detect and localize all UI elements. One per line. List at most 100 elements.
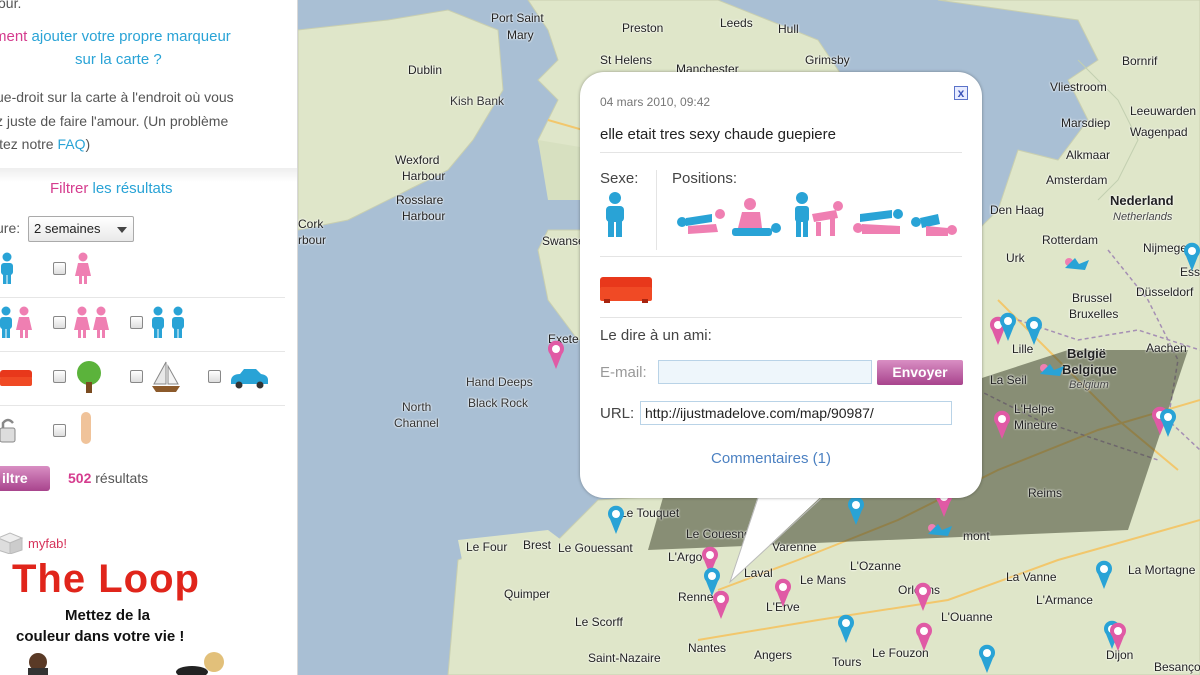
filter-checkbox-outdoor[interactable] xyxy=(53,370,66,383)
map-label: Kish Bank xyxy=(450,94,505,108)
map-marker-pin[interactable] xyxy=(606,505,626,535)
map-marker-pin[interactable] xyxy=(914,622,934,652)
map-label: Le Four xyxy=(466,540,508,554)
map-label: Cork xyxy=(298,217,324,231)
map-label: Bruxelles xyxy=(1069,307,1119,321)
map-marker-pin[interactable] xyxy=(711,590,731,620)
map-label: Grimsby xyxy=(805,53,850,67)
map-label: Le Gouessant xyxy=(558,541,633,555)
close-icon[interactable]: x xyxy=(954,86,968,100)
filter-title-blue: les résultats xyxy=(92,180,173,197)
filter-checkbox-car[interactable] xyxy=(208,370,221,383)
map-marker-pin[interactable] xyxy=(1024,316,1044,346)
map-marker-pin[interactable] xyxy=(1108,622,1128,652)
map-marker-pin[interactable] xyxy=(836,614,856,644)
boat-icon xyxy=(152,361,180,392)
map-label: L'Armance xyxy=(1036,593,1093,607)
position-4-icon xyxy=(853,209,903,234)
map-label: Leeds xyxy=(720,16,753,30)
filter-checkbox-woman[interactable] xyxy=(53,262,66,275)
map-label: L'Helpe xyxy=(1014,402,1055,416)
chevron-down-icon xyxy=(117,227,127,233)
post-message: elle etait tres sexy chaude guepiere xyxy=(600,126,836,143)
map-label: Nederland xyxy=(1110,193,1174,208)
period-select[interactable]: 2 semaines xyxy=(28,216,134,242)
post-date: 04 mars 2010, 09:42 xyxy=(600,95,711,109)
couple-activity-icon[interactable] xyxy=(1063,250,1091,274)
map-label: North xyxy=(402,400,432,414)
send-button[interactable]: Envoyer xyxy=(877,360,963,385)
map-label: Vliestroom xyxy=(1050,80,1107,94)
couple-activity-icon[interactable] xyxy=(1038,356,1066,380)
help-line-1: ue-droit sur la carte à l'endroit où vou… xyxy=(0,89,234,105)
man-icon xyxy=(606,192,624,237)
ad-line-2: couleur dans votre vie ! xyxy=(16,628,185,645)
map-label: Harbour xyxy=(402,209,446,223)
help-line-2: z juste de faire l'amour. (Un problème xyxy=(0,113,229,129)
lock-icon xyxy=(0,418,16,443)
faq-link[interactable]: FAQ xyxy=(57,136,85,152)
car-icon xyxy=(231,369,268,389)
map-label: Reims xyxy=(1028,486,1063,500)
map-marker-pin[interactable] xyxy=(992,410,1012,440)
sofa-icon xyxy=(0,370,32,386)
separator xyxy=(0,405,285,406)
sofa-icon xyxy=(600,277,652,303)
email-field[interactable] xyxy=(658,360,872,384)
separator xyxy=(0,351,285,352)
map-label: Netherlands xyxy=(1113,211,1173,223)
sexe-label: Sexe: xyxy=(600,170,639,187)
add-marker-link[interactable]: ajouter votre propre marqueur xyxy=(32,28,231,45)
map-label: Düsseldorf xyxy=(1136,285,1194,299)
map-marker-pin[interactable] xyxy=(998,312,1018,342)
map-label: Rosslare xyxy=(396,193,444,207)
map-label: Hand Deeps xyxy=(466,375,533,389)
comments-link[interactable]: Commentaires (1) xyxy=(580,450,962,467)
map-label: Le Scorff xyxy=(575,615,623,629)
map-label: Leeuwarden xyxy=(1130,104,1197,118)
help-line-3: itez notre FAQ) xyxy=(0,136,90,152)
position-3-icon xyxy=(795,192,843,237)
map-label: La Seil xyxy=(990,373,1027,387)
help-line-3-prefix: itez notre xyxy=(0,136,54,152)
ad-brand: myfab! xyxy=(28,536,68,551)
map-label: Den Haag xyxy=(990,203,1045,217)
map-label: mont xyxy=(963,529,990,543)
map-label: Marsdiep xyxy=(1061,116,1111,130)
add-marker-link-2[interactable]: sur la carte ? xyxy=(75,51,162,68)
map-label: Black Rock xyxy=(468,396,529,410)
divider xyxy=(600,317,962,318)
filter-checkbox-toy[interactable] xyxy=(53,424,66,437)
filter-checkbox-women-couple[interactable] xyxy=(53,316,66,329)
map-label: Urk xyxy=(1006,251,1025,265)
map-marker-pin[interactable] xyxy=(1158,408,1178,438)
results-count: 502 xyxy=(68,470,92,486)
sidebar: our. ment ajouter votre propre marqueur … xyxy=(0,0,298,675)
divider xyxy=(656,170,657,250)
map-label: Nantes xyxy=(688,641,727,655)
couple-activity-icon[interactable] xyxy=(926,516,954,540)
map-marker-pin[interactable] xyxy=(913,582,933,612)
email-label: E-mail: xyxy=(600,364,647,381)
map-label: Belgique xyxy=(1062,362,1117,377)
url-field[interactable]: http://ijustmadelove.com/map/90987/ xyxy=(640,401,952,425)
map-label: Quimper xyxy=(504,587,551,601)
share-label: Le dire à un ami: xyxy=(600,327,712,344)
map-marker-pin[interactable] xyxy=(1094,560,1114,590)
map-label: Channel xyxy=(394,416,439,430)
ad-title[interactable]: The Loop xyxy=(12,557,200,602)
filter-checkbox-boat[interactable] xyxy=(130,370,143,383)
divider xyxy=(600,256,962,257)
map-label: Preston xyxy=(622,21,664,35)
map-marker-pin[interactable] xyxy=(1182,242,1200,272)
map-label: Bornrif xyxy=(1122,54,1158,68)
filter-checkbox-men-couple[interactable] xyxy=(130,316,143,329)
url-label: URL: xyxy=(600,405,635,422)
map-marker-pin[interactable] xyxy=(546,340,566,370)
map-label: L'Ouanne xyxy=(941,610,993,624)
filter-button[interactable]: iltre xyxy=(0,466,50,491)
map-marker-pin[interactable] xyxy=(977,644,997,674)
map-label: Brussel xyxy=(1072,291,1113,305)
cube-logo-icon xyxy=(0,532,24,554)
map-marker-pin[interactable] xyxy=(846,496,866,526)
